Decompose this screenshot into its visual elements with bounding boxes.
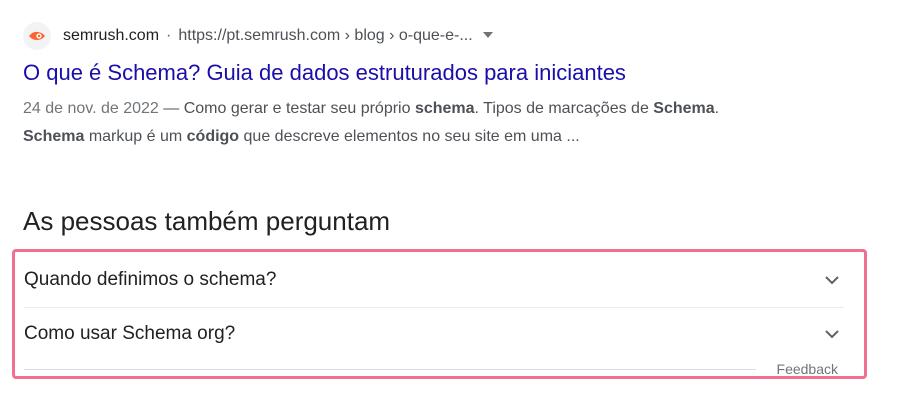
people-also-ask-box: Quando definimos o schema? Como usar Sch… [12, 249, 867, 379]
result-title-link[interactable]: O que é Schema? Guia de dados estruturad… [23, 60, 626, 86]
result-date: 24 de nov. de 2022 [23, 100, 159, 117]
people-also-ask-heading: As pessoas também perguntam [23, 206, 391, 236]
chevron-down-icon[interactable] [820, 322, 844, 346]
more-options-caret-icon[interactable] [482, 32, 493, 38]
question-text: Como usar Schema org? [24, 323, 236, 344]
result-source[interactable]: semrush.com · https://pt.semrush.com › b… [23, 18, 883, 54]
separator: · [166, 27, 172, 44]
snippet-fragment: markup é um [84, 128, 187, 145]
footer-divider [24, 369, 756, 370]
snippet-fragment: — Como gerar e testar seu próprio [158, 100, 415, 117]
chevron-down-icon[interactable] [820, 268, 844, 292]
snippet-fragment: . Tipos de marcações de [474, 100, 654, 117]
site-name[interactable]: semrush.com [63, 27, 159, 45]
snippet-bold-term: Schema [23, 128, 85, 145]
snippet-fragment: que descreve elementos no seu site em um… [239, 128, 580, 145]
semrush-logo-icon [23, 22, 51, 50]
question-row-2[interactable]: Como usar Schema org? [24, 308, 844, 360]
snippet-fragment: . [714, 100, 720, 117]
question-row-1[interactable]: Quando definimos o schema? [24, 254, 844, 306]
result-url[interactable]: https://pt.semrush.com › blog › o-que-e-… [178, 27, 472, 45]
search-result: semrush.com · https://pt.semrush.com › b… [23, 18, 883, 54]
result-snippet: 24 de nov. de 2022 — Como gerar e testar… [23, 95, 723, 151]
feedback-link[interactable]: Feedback [777, 361, 838, 377]
snippet-bold-term: schema [414, 100, 475, 117]
snippet-bold-term: código [186, 128, 240, 145]
snippet-bold-term: Schema [653, 100, 715, 117]
question-text: Quando definimos o schema? [24, 269, 277, 290]
